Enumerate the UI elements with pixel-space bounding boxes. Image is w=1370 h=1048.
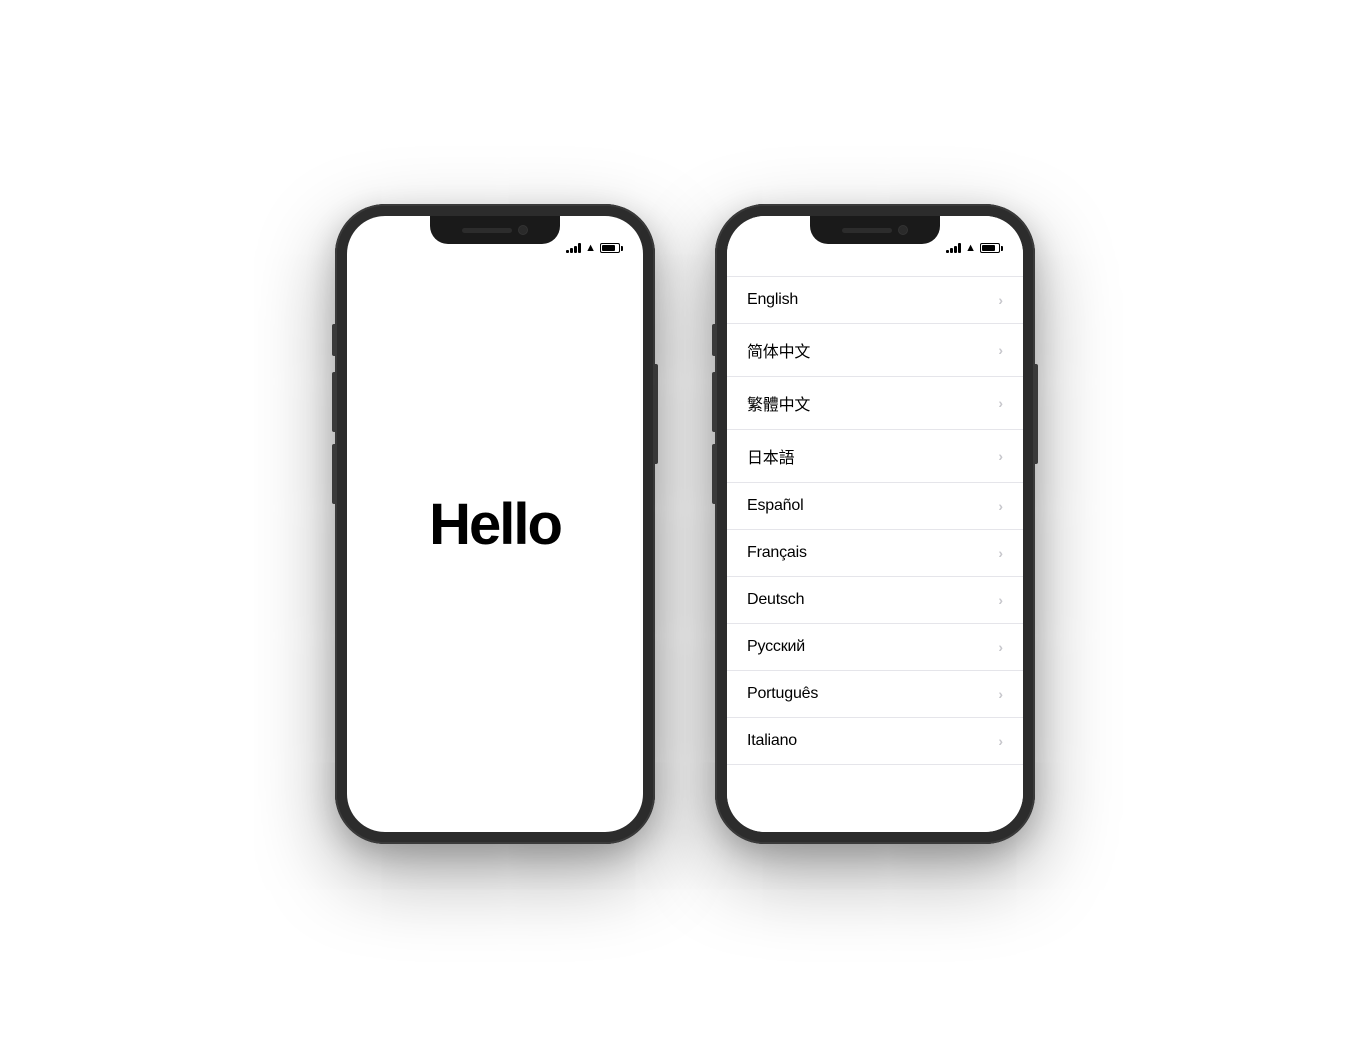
- battery-icon: [600, 243, 623, 253]
- language-item[interactable]: Deutsch ›: [727, 577, 1023, 624]
- power-button-right: [1035, 364, 1038, 464]
- volume-down-button-right: [712, 444, 715, 504]
- language-name: Español: [747, 497, 803, 515]
- language-item[interactable]: 简体中文 ›: [727, 324, 1023, 377]
- language-item[interactable]: 繁體中文 ›: [727, 377, 1023, 430]
- chevron-right-icon: ›: [998, 448, 1003, 464]
- language-name: Deutsch: [747, 591, 804, 609]
- language-name: Français: [747, 544, 807, 562]
- volume-up-button-right: [712, 372, 715, 432]
- phones-container: ▲ Hello: [295, 164, 1075, 884]
- language-item[interactable]: 日本語 ›: [727, 430, 1023, 483]
- volume-up-button: [332, 372, 335, 432]
- speaker-right: [842, 228, 892, 233]
- language-item[interactable]: Português ›: [727, 671, 1023, 718]
- language-name: Português: [747, 685, 818, 703]
- wifi-icon: ▲: [585, 242, 596, 254]
- camera-left: [518, 225, 528, 235]
- power-button: [655, 364, 658, 464]
- language-item[interactable]: Español ›: [727, 483, 1023, 530]
- language-name: 繁體中文: [747, 391, 810, 415]
- volume-down-button: [332, 444, 335, 504]
- language-item[interactable]: Italiano ›: [727, 718, 1023, 765]
- chevron-right-icon: ›: [998, 498, 1003, 514]
- language-name: English: [747, 291, 798, 309]
- chevron-right-icon: ›: [998, 342, 1003, 358]
- iphone-right-screen: ▲ English › 简体中文 › 繁體中文 ›: [727, 216, 1023, 832]
- volume-mute-button-right: [712, 324, 715, 356]
- iphone-left: ▲ Hello: [335, 204, 655, 844]
- notch-right: [810, 216, 940, 244]
- signal-icon-right: [946, 243, 961, 253]
- notch-left: [430, 216, 560, 244]
- language-item[interactable]: Français ›: [727, 530, 1023, 577]
- hello-screen: Hello: [347, 216, 643, 832]
- language-name: 日本語: [747, 444, 794, 468]
- speaker-left: [462, 228, 512, 233]
- language-item[interactable]: English ›: [727, 276, 1023, 324]
- language-screen: English › 简体中文 › 繁體中文 › 日本語 › Español › …: [727, 216, 1023, 832]
- battery-icon-right: [980, 243, 1003, 253]
- language-item[interactable]: Русский ›: [727, 624, 1023, 671]
- status-icons-left: ▲: [566, 242, 623, 254]
- volume-mute-button: [332, 324, 335, 356]
- signal-icon: [566, 243, 581, 253]
- iphone-right: ▲ English › 简体中文 › 繁體中文 ›: [715, 204, 1035, 844]
- hello-text: Hello: [429, 491, 561, 558]
- chevron-right-icon: ›: [998, 395, 1003, 411]
- chevron-right-icon: ›: [998, 292, 1003, 308]
- language-name: Русский: [747, 638, 805, 656]
- status-icons-right: ▲: [946, 242, 1003, 254]
- iphone-left-screen: ▲ Hello: [347, 216, 643, 832]
- chevron-right-icon: ›: [998, 639, 1003, 655]
- camera-right: [898, 225, 908, 235]
- chevron-right-icon: ›: [998, 733, 1003, 749]
- wifi-icon-right: ▲: [965, 242, 976, 254]
- language-list: English › 简体中文 › 繁體中文 › 日本語 › Español › …: [727, 276, 1023, 765]
- chevron-right-icon: ›: [998, 686, 1003, 702]
- chevron-right-icon: ›: [998, 545, 1003, 561]
- language-name: Italiano: [747, 732, 797, 750]
- chevron-right-icon: ›: [998, 592, 1003, 608]
- language-name: 简体中文: [747, 338, 810, 362]
